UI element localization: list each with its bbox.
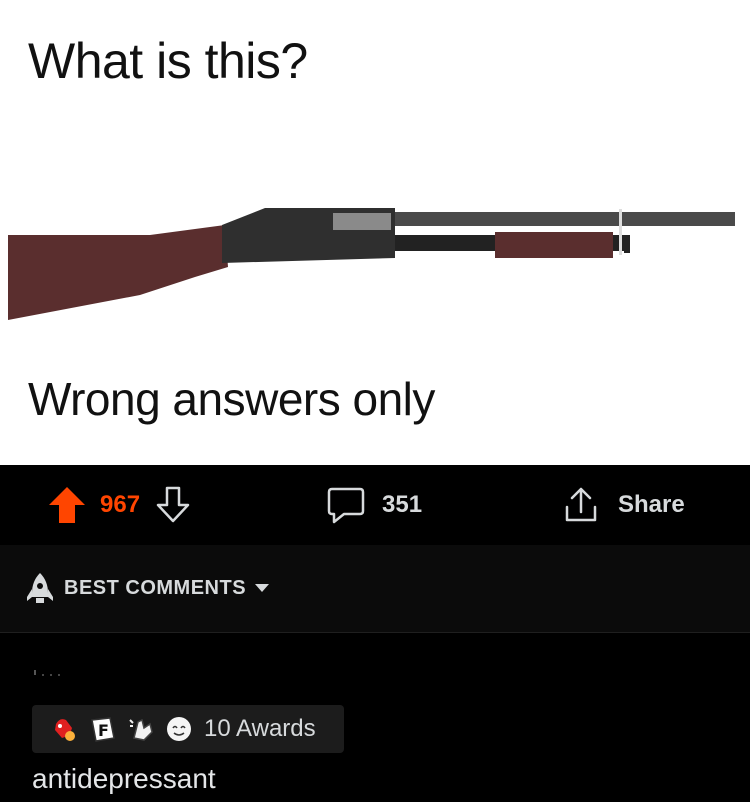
- rocket-icon: [27, 573, 53, 603]
- press-f-award-icon: F: [88, 714, 118, 744]
- comment-text: antidepressant: [32, 763, 216, 794]
- image-caption-bottom: Wrong answers only: [28, 373, 435, 425]
- awards-count: 10 Awards: [204, 715, 316, 742]
- gun-forend: [495, 232, 613, 258]
- image-caption-top: What is this?: [28, 33, 308, 89]
- comments-button[interactable]: 351: [326, 465, 422, 545]
- downvote-arrow-icon[interactable]: [154, 485, 192, 525]
- gun-sight: [333, 213, 391, 230]
- sort-label: BEST COMMENTS: [64, 576, 247, 599]
- gun-cap: [624, 235, 630, 253]
- gun-stock: [8, 225, 228, 320]
- comments-sort-bar: BEST COMMENTS: [0, 545, 750, 633]
- gun-barrel: [395, 212, 735, 226]
- shotgun-illustration: [8, 208, 735, 320]
- wholesome-award-icon: [164, 714, 194, 744]
- caret-down-icon: [255, 584, 270, 592]
- rocket-like-award-icon: [50, 714, 80, 744]
- svg-text:F: F: [98, 721, 109, 740]
- share-button[interactable]: Share: [562, 465, 685, 545]
- vote-group: 967: [48, 465, 192, 545]
- sort-dropdown[interactable]: BEST COMMENTS: [26, 571, 270, 605]
- score-count: 967: [100, 491, 141, 518]
- gun-ring: [619, 209, 622, 255]
- share-label: Share: [618, 491, 685, 518]
- comment-count: 351: [382, 491, 423, 518]
- comment-bubble-icon: [327, 487, 365, 524]
- awards-bar[interactable]: F 10 Awards: [32, 705, 344, 753]
- post-image[interactable]: What is this? Wrong answers only: [0, 0, 750, 465]
- comment: F 10 Awards antidepressant: [0, 633, 750, 802]
- share-upload-icon: [565, 487, 597, 522]
- bless-up-award-icon: [126, 714, 156, 744]
- upvote-arrow-icon[interactable]: [48, 485, 86, 525]
- author-line-fragment: [34, 670, 60, 676]
- post-action-bar: 967 351 Share: [0, 465, 750, 545]
